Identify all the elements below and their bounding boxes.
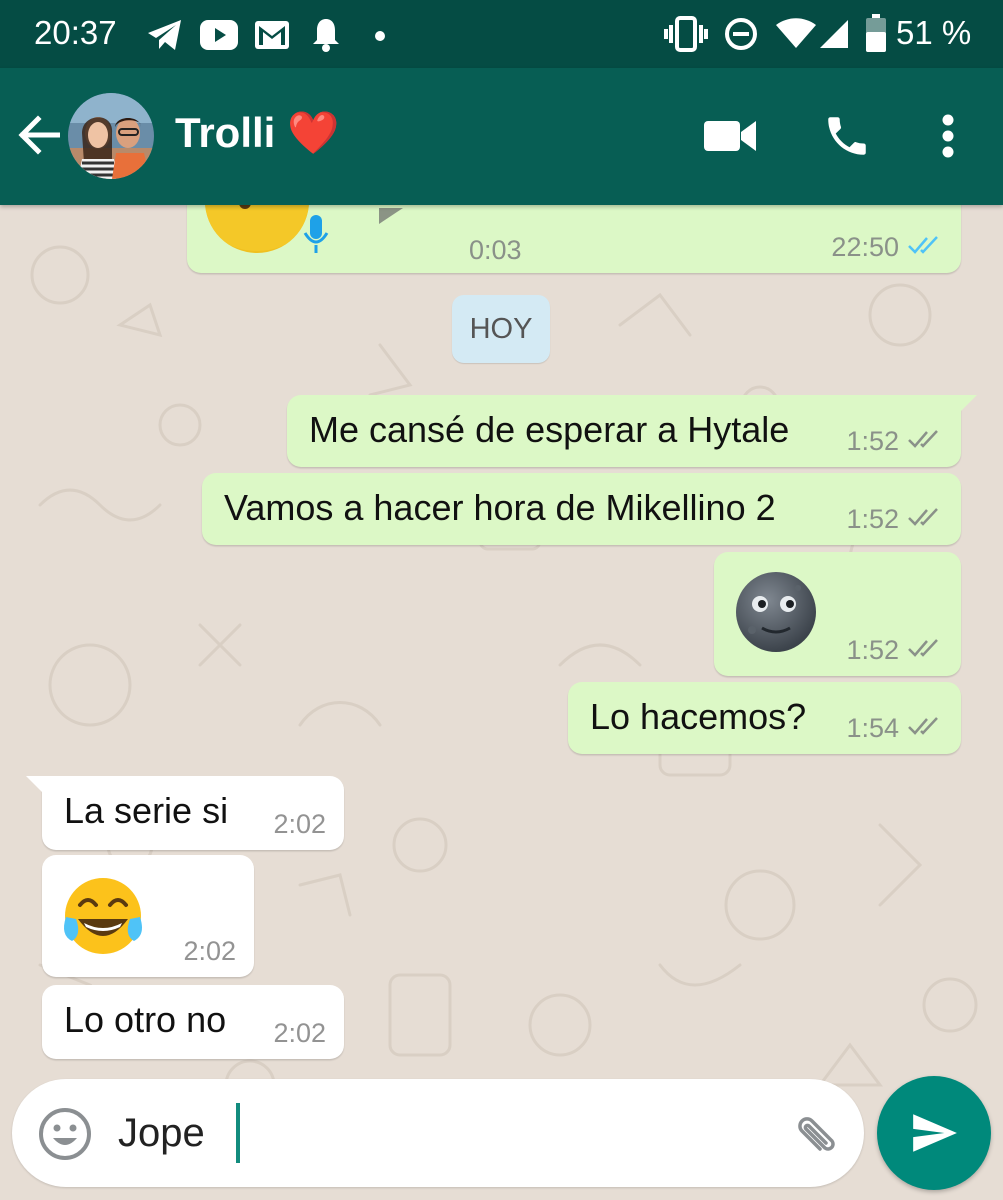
delivered-ticks-icon — [907, 713, 943, 744]
message-time: 1:52 — [846, 426, 899, 456]
more-vert-icon[interactable] — [941, 114, 955, 163]
voice-note-message[interactable]: 0:03 22:50 — [187, 205, 961, 273]
microphone-icon — [303, 215, 329, 264]
message-meta: 1:52 — [846, 504, 943, 535]
message-meta: 2:02 — [183, 936, 236, 967]
video-call-icon[interactable] — [704, 118, 756, 159]
contact-name-text: Trolli — [175, 109, 276, 156]
send-button[interactable] — [877, 1076, 991, 1190]
voice-note-duration: 0:03 — [469, 235, 522, 265]
bubble-tail — [26, 776, 44, 794]
message-text: La serie si — [64, 790, 229, 831]
status-bar: 20:37 51 % — [0, 0, 1003, 68]
message-time: 2:02 — [273, 1018, 326, 1048]
chat-header: Trolli ❤️ — [0, 68, 1003, 205]
youtube-icon — [200, 20, 238, 55]
message-time: 22:50 — [831, 232, 899, 262]
battery-icon — [866, 14, 886, 57]
message-meta: 1:52 — [846, 635, 943, 666]
battery-percentage: 51 % — [896, 14, 972, 51]
message-time: 2:02 — [183, 936, 236, 966]
message-meta: 22:50 — [831, 232, 943, 263]
date-chip: HOY — [452, 295, 550, 363]
avatar[interactable] — [68, 93, 154, 179]
message-meta: 1:54 — [846, 713, 943, 744]
message-bubble-outgoing[interactable]: Vamos a hacer hora de Mikellino 2 1:52 — [202, 473, 961, 545]
gmail-icon — [255, 21, 289, 54]
vibrate-icon — [664, 16, 708, 57]
voice-note-avatar — [205, 205, 309, 253]
status-time: 20:37 — [34, 14, 117, 51]
back-arrow-icon[interactable] — [18, 115, 61, 160]
delivered-ticks-icon — [907, 426, 943, 457]
bell-icon — [312, 17, 340, 58]
play-icon[interactable] — [377, 205, 407, 237]
message-time: 2:02 — [273, 809, 326, 839]
contact-name[interactable]: Trolli ❤️ — [175, 109, 339, 158]
message-time: 1:52 — [846, 635, 899, 665]
message-composer[interactable]: Jope — [12, 1079, 864, 1187]
message-bubble-incoming[interactable]: 2:02 — [42, 855, 254, 977]
attach-icon[interactable] — [788, 1109, 840, 1166]
delivered-ticks-icon — [907, 504, 943, 535]
face-with-tears-of-joy-emoji — [60, 873, 146, 968]
phone-icon[interactable] — [822, 111, 872, 166]
text-caret — [236, 1103, 240, 1163]
message-bubble-outgoing[interactable]: 1:52 — [714, 552, 961, 676]
message-bubble-outgoing[interactable]: Lo hacemos? 1:54 — [568, 682, 961, 754]
heart-emoji: ❤️ — [287, 109, 340, 156]
message-time: 1:54 — [846, 713, 899, 743]
bubble-tail — [959, 395, 977, 413]
message-meta: 1:52 — [846, 426, 943, 457]
message-meta: 2:02 — [273, 809, 326, 840]
message-bubble-incoming[interactable]: La serie si 2:02 — [26, 776, 344, 850]
signal-icon — [818, 18, 850, 55]
delivered-ticks-icon — [907, 635, 943, 666]
message-meta: 2:02 — [273, 1018, 326, 1049]
message-text: Me cansé de esperar a Hytale — [309, 409, 790, 450]
message-text: Lo otro no — [64, 999, 227, 1040]
do-not-disturb-icon — [724, 17, 758, 56]
emoji-icon[interactable] — [38, 1107, 92, 1166]
wifi-icon — [776, 18, 816, 55]
new-moon-face-emoji — [734, 570, 818, 663]
message-text: Vamos a hacer hora de Mikellino 2 — [224, 487, 776, 528]
telegram-icon — [146, 18, 184, 57]
message-bubble-incoming[interactable]: Lo otro no 2:02 — [42, 985, 344, 1059]
message-input[interactable]: Jope — [118, 1111, 205, 1156]
read-ticks-icon — [907, 232, 943, 263]
chat-area[interactable]: 0:03 22:50 HOY Me cansé de esperar a Hyt… — [0, 205, 1003, 1200]
message-time: 1:52 — [846, 504, 899, 534]
dot-icon — [374, 29, 386, 47]
send-icon — [913, 1114, 957, 1152]
message-text: Lo hacemos? — [590, 696, 807, 737]
message-bubble-outgoing[interactable]: Me cansé de esperar a Hytale 1:52 — [287, 395, 977, 467]
